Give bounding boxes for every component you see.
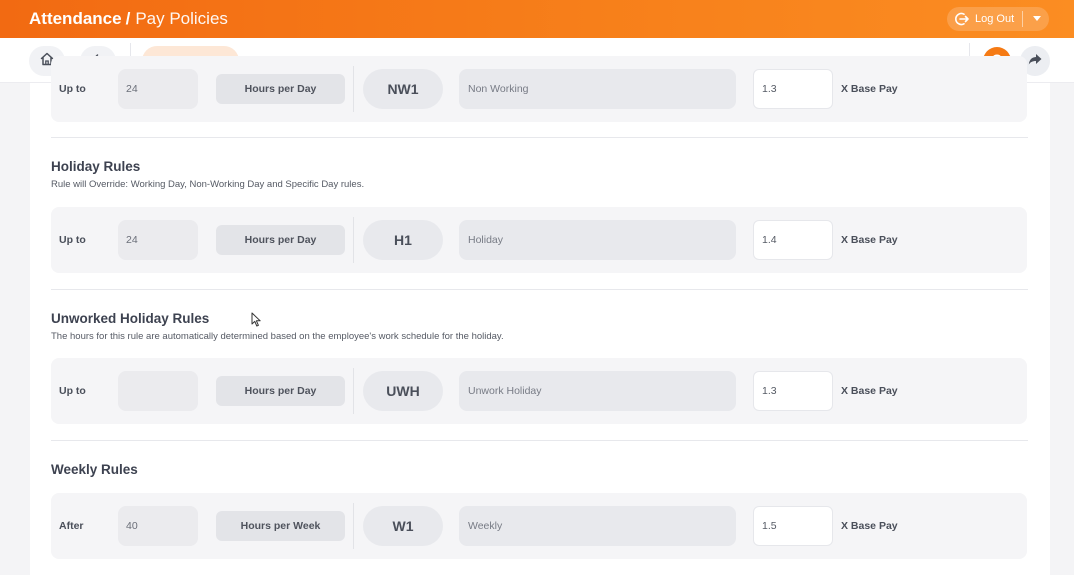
rule-row-non-working: Up to 24 Hours per Day NW1 Non Working 1… xyxy=(51,56,1027,122)
logout-label: Log Out xyxy=(975,13,1015,25)
row-divider xyxy=(353,503,354,549)
row-divider xyxy=(353,217,354,263)
rule-row-holiday: Up to 24 Hours per Day H1 Holiday 1.4 X … xyxy=(51,207,1027,273)
hours-unit-select[interactable]: Hours per Week xyxy=(216,511,345,541)
rule-code: W1 xyxy=(363,506,443,546)
breadcrumb-current: Pay Policies xyxy=(135,9,228,28)
unworked-holiday-rules-subtitle: The hours for this rule are automaticall… xyxy=(51,331,504,342)
row-divider xyxy=(353,66,354,112)
base-pay-label: X Base Pay xyxy=(841,234,898,246)
logout-button[interactable]: Log Out xyxy=(947,7,1049,31)
hours-input[interactable]: 24 xyxy=(118,220,198,260)
multiplier-input[interactable]: 1.5 xyxy=(753,506,833,546)
section-divider xyxy=(51,289,1028,290)
rule-code: H1 xyxy=(363,220,443,260)
main-content: Up to 24 Hours per Day NW1 Non Working 1… xyxy=(30,56,1050,575)
base-pay-label: X Base Pay xyxy=(841,520,898,532)
multiplier-input[interactable]: 1.3 xyxy=(753,371,833,411)
hours-input[interactable] xyxy=(118,371,198,411)
rule-code: UWH xyxy=(363,371,443,411)
base-pay-label: X Base Pay xyxy=(841,83,898,95)
top-header: Attendance / Pay Policies Log Out xyxy=(0,0,1074,38)
rule-condition: After xyxy=(59,520,84,532)
logout-divider xyxy=(1022,11,1023,27)
chevron-down-icon[interactable] xyxy=(1033,16,1041,21)
hours-unit-select[interactable]: Hours per Day xyxy=(216,225,345,255)
breadcrumb: Attendance / Pay Policies xyxy=(0,9,228,29)
rule-description: Non Working xyxy=(459,69,736,109)
hours-input[interactable]: 24 xyxy=(118,69,198,109)
rule-description: Holiday xyxy=(459,220,736,260)
rule-description: Weekly xyxy=(459,506,736,546)
unworked-holiday-rules-title: Unworked Holiday Rules xyxy=(51,311,210,326)
multiplier-input[interactable]: 1.4 xyxy=(753,220,833,260)
rule-condition: Up to xyxy=(59,385,86,397)
breadcrumb-root[interactable]: Attendance xyxy=(29,9,122,28)
section-divider xyxy=(51,440,1028,441)
mouse-cursor-icon xyxy=(251,312,262,332)
row-divider xyxy=(353,368,354,414)
weekly-rules-title: Weekly Rules xyxy=(51,462,138,477)
rule-row-unworked-holiday: Up to Hours per Day UWH Unwork Holiday 1… xyxy=(51,358,1027,424)
rule-row-weekly: After 40 Hours per Week W1 Weekly 1.5 X … xyxy=(51,493,1027,559)
breadcrumb-separator: / xyxy=(125,9,131,28)
logout-icon xyxy=(951,8,973,30)
base-pay-label: X Base Pay xyxy=(841,385,898,397)
hours-input[interactable]: 40 xyxy=(118,506,198,546)
holiday-rules-subtitle: Rule will Override: Working Day, Non-Wor… xyxy=(51,179,365,190)
share-icon xyxy=(1027,51,1043,72)
hours-unit-select[interactable]: Hours per Day xyxy=(216,74,345,104)
rule-code: NW1 xyxy=(363,69,443,109)
multiplier-input[interactable]: 1.3 xyxy=(753,69,833,109)
holiday-rules-title: Holiday Rules xyxy=(51,159,141,174)
section-divider xyxy=(51,137,1028,138)
rule-description: Unwork Holiday xyxy=(459,371,736,411)
rule-condition: Up to xyxy=(59,234,86,246)
rule-condition: Up to xyxy=(59,83,86,95)
hours-unit-select[interactable]: Hours per Day xyxy=(216,376,345,406)
